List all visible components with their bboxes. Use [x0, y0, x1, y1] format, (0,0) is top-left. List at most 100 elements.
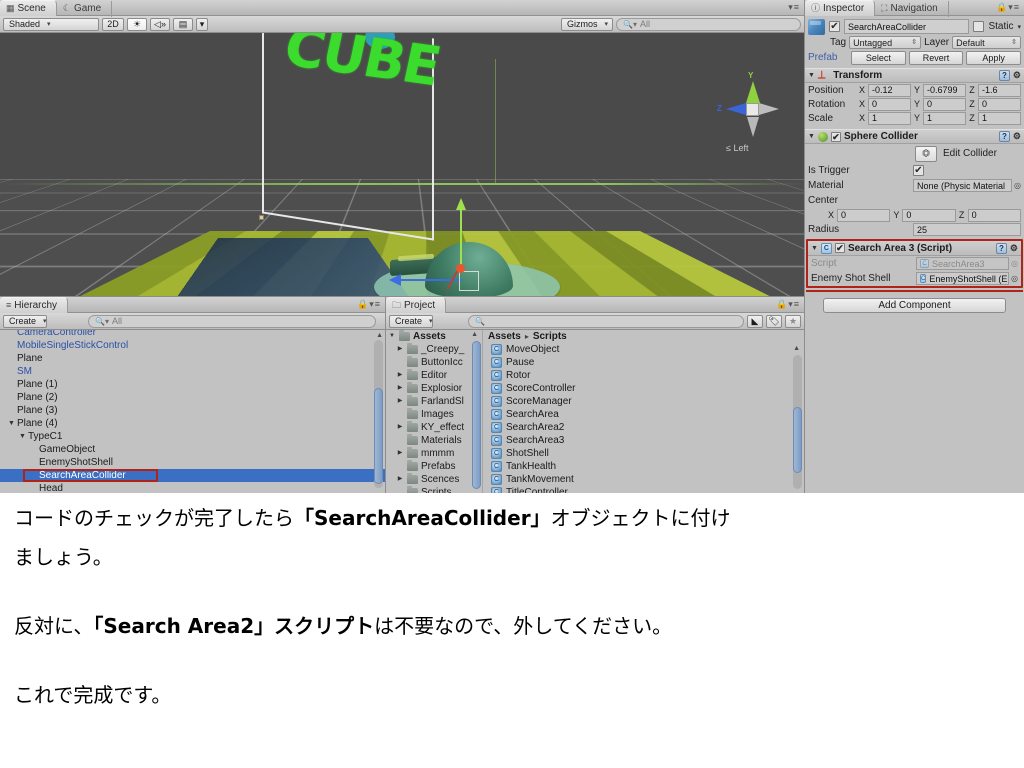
layer-dropdown[interactable]: Default ⇳: [952, 36, 1021, 49]
folder-foldout-icon[interactable]: ▶: [396, 395, 404, 408]
foldout-icon[interactable]: ▼: [19, 430, 28, 443]
breadcrumb-assets[interactable]: Assets: [488, 331, 521, 342]
gizmo-cone-left[interactable]: [726, 103, 746, 115]
hierarchy-scroll-thumb[interactable]: [374, 388, 383, 484]
project-folder-prefabs[interactable]: Prefabs: [386, 460, 482, 473]
project-asset-shotshell[interactable]: C ShotShell: [483, 447, 804, 460]
script-enabled-checkbox[interactable]: ✔: [835, 243, 845, 253]
breadcrumb-scripts[interactable]: Scripts: [533, 331, 567, 342]
filter-by-label-button[interactable]: 🏷: [766, 315, 782, 328]
project-asset-searcharea2[interactable]: C SearchArea2: [483, 421, 804, 434]
scale-y-input[interactable]: 1: [923, 112, 966, 125]
filter-by-type-button[interactable]: ◣: [747, 315, 763, 328]
object-enabled-checkbox[interactable]: ✔: [829, 21, 840, 32]
project-assets-scrollbar[interactable]: [793, 355, 802, 489]
assets-foldout-icon[interactable]: ▼: [388, 330, 396, 343]
favorites-button[interactable]: ★: [785, 315, 801, 328]
scale-z-input[interactable]: 1: [978, 112, 1021, 125]
is-trigger-checkbox[interactable]: ✔: [913, 165, 924, 176]
project-lock-icon[interactable]: 🔒▾≡: [776, 299, 800, 310]
move-gizmo-center[interactable]: [456, 264, 465, 273]
tab-scene[interactable]: ▦ Scene: [0, 0, 57, 16]
project-folder-materials[interactable]: Materials: [386, 434, 482, 447]
project-asset-pane[interactable]: Assets ▸ Scripts C MoveObject C Pause C Rotor…: [483, 330, 804, 493]
gizmo-view-caption[interactable]: ≤ Left: [726, 143, 748, 153]
hierarchy-item-plane-1-[interactable]: Plane (1): [0, 378, 385, 391]
foldout-icon[interactable]: ▼: [8, 417, 17, 430]
hierarchy-list[interactable]: CameraController MobileSingleStickControl…: [0, 330, 385, 493]
effects-dropdown-button[interactable]: ▾: [196, 18, 208, 31]
hierarchy-item-searchareacollider[interactable]: SearchAreaCollider: [0, 469, 385, 482]
hierarchy-item-head[interactable]: Head: [0, 482, 385, 493]
hierarchy-scroll-up-icon[interactable]: ▲: [376, 332, 383, 339]
project-folder-scripts[interactable]: Scripts: [386, 486, 482, 493]
hierarchy-item-gameobject[interactable]: GameObject: [0, 443, 385, 456]
folder-foldout-icon[interactable]: ▶: [396, 343, 404, 356]
transform-component-header[interactable]: ▼ ⟂ Transform ? ⚙: [805, 68, 1024, 83]
project-tree-scroll-up-icon[interactable]: ▲: [471, 331, 478, 338]
project-asset-scoremanager[interactable]: C ScoreManager: [483, 395, 804, 408]
script-component-header[interactable]: ▼ C ✔ Search Area 3 (Script) ? ⚙: [808, 241, 1021, 256]
project-search-input[interactable]: 🔍: [468, 315, 744, 328]
project-tree-scroll-thumb[interactable]: [472, 341, 481, 489]
center-y-input[interactable]: 0: [902, 209, 955, 222]
folder-foldout-icon[interactable]: ▶: [396, 473, 404, 486]
project-folder-editor[interactable]: ▶ Editor: [386, 369, 482, 382]
project-folder-explosior[interactable]: ▶ Explosior: [386, 382, 482, 395]
tab-game[interactable]: ☾ Game: [57, 1, 112, 17]
center-x-input[interactable]: 0: [837, 209, 890, 222]
draw-mode-dropdown[interactable]: Shaded: [3, 18, 99, 31]
position-x-input[interactable]: -0.12: [868, 84, 911, 97]
transform-help-icon[interactable]: ?: [999, 70, 1010, 81]
move-gizmo-plane-handle[interactable]: [459, 271, 479, 291]
scene-orientation-gizmo[interactable]: Y Z ≤ Left: [704, 71, 800, 163]
rotation-y-input[interactable]: 0: [923, 98, 966, 111]
project-asset-tankmovement[interactable]: C TankMovement: [483, 473, 804, 486]
material-object-field[interactable]: None (Physic Material: [913, 179, 1012, 192]
prefab-select-button[interactable]: Select: [851, 51, 906, 65]
project-asset-pause[interactable]: C Pause: [483, 356, 804, 369]
tab-hierarchy[interactable]: ≡ Hierarchy: [0, 297, 68, 313]
position-z-input[interactable]: -1.6: [978, 84, 1021, 97]
project-asset-searcharea[interactable]: C SearchArea: [483, 408, 804, 421]
object-name-input[interactable]: SearchAreaCollider: [844, 19, 969, 34]
static-checkbox[interactable]: [973, 21, 984, 32]
material-picker-icon[interactable]: ◎: [1014, 181, 1021, 190]
lighting-toggle-button[interactable]: ☀: [127, 18, 147, 31]
sphere-collider-component-header[interactable]: ▼ ✔ Sphere Collider ? ⚙: [805, 129, 1024, 144]
enemy-shot-shell-picker-icon[interactable]: ◎: [1011, 274, 1018, 283]
project-tree-scrollbar[interactable]: [472, 341, 481, 489]
sphere-collider-enabled-checkbox[interactable]: ✔: [831, 132, 841, 142]
scene-search-input[interactable]: 🔍▾ All: [616, 18, 801, 31]
tab-project[interactable]: 🗀 Project: [386, 297, 446, 313]
project-folder-images[interactable]: Images: [386, 408, 482, 421]
project-assets-scroll-up-icon[interactable]: ▲: [793, 345, 800, 352]
hierarchy-lock-icon[interactable]: 🔒▾≡: [357, 299, 381, 310]
scene-panel-menu-icon[interactable]: ▾≡: [788, 2, 800, 13]
project-folder-buttonicc[interactable]: ButtonIcc: [386, 356, 482, 369]
project-folder--creepy-[interactable]: ▶ _Creepy_: [386, 343, 482, 356]
script-help-icon[interactable]: ?: [996, 243, 1007, 254]
folder-foldout-icon[interactable]: ▶: [396, 382, 404, 395]
project-asset-searcharea3[interactable]: C SearchArea3: [483, 434, 804, 447]
hierarchy-item-plane-3-[interactable]: Plane (3): [0, 404, 385, 417]
sphere-collider-settings-gear-icon[interactable]: ⚙: [1013, 131, 1021, 142]
static-dropdown-icon[interactable]: ▾: [1017, 23, 1021, 31]
hierarchy-item-plane-2-[interactable]: Plane (2): [0, 391, 385, 404]
project-folder-farlandsl[interactable]: ▶ FarlandSl: [386, 395, 482, 408]
gizmos-dropdown[interactable]: Gizmos: [561, 18, 613, 31]
sphere-collider-help-icon[interactable]: ?: [999, 131, 1010, 142]
project-tree-root[interactable]: ▼ Assets: [386, 330, 482, 343]
toggle-2d-button[interactable]: 2D: [102, 18, 124, 31]
gizmo-cone-down[interactable]: [747, 117, 759, 137]
hierarchy-scrollbar[interactable]: [374, 340, 383, 488]
folder-foldout-icon[interactable]: ▶: [396, 421, 404, 434]
gizmo-center-cube[interactable]: [746, 103, 759, 116]
project-assets-scroll-thumb[interactable]: [793, 407, 802, 473]
hierarchy-item-typec1[interactable]: ▼ TypeC1: [0, 430, 385, 443]
center-z-input[interactable]: 0: [968, 209, 1021, 222]
folder-foldout-icon[interactable]: ▶: [396, 369, 404, 382]
edit-collider-button[interactable]: ⏣: [915, 146, 937, 162]
transform-settings-gear-icon[interactable]: ⚙: [1013, 70, 1021, 81]
enemy-shot-shell-object-field[interactable]: C EnemyShotShell (En: [916, 272, 1009, 285]
